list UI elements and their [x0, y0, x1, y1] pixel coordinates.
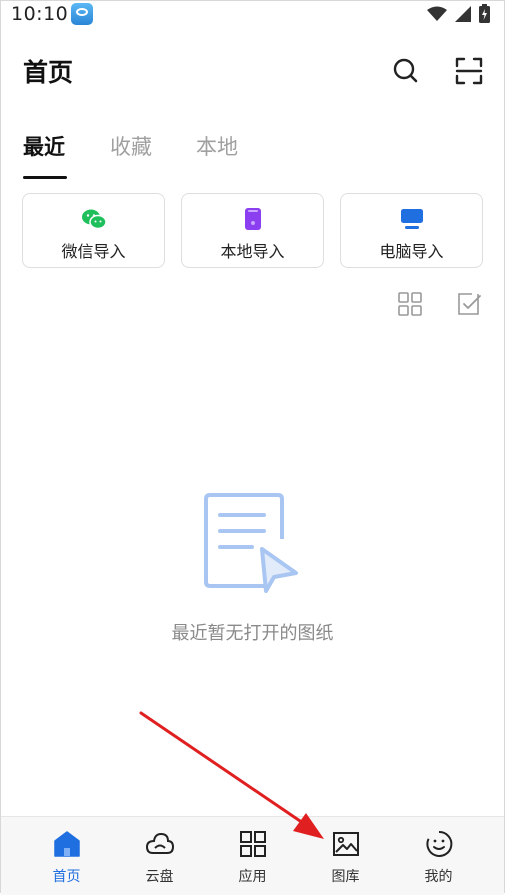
- status-indicators: [427, 4, 490, 23]
- bottom-nav: 首页 云盘 应用 图库 我的: [1, 816, 504, 895]
- tab-recent[interactable]: 最近: [23, 131, 65, 161]
- nav-label: 云盘: [145, 869, 174, 885]
- cloud-icon: [145, 832, 174, 854]
- nav-cloud[interactable]: 云盘: [109, 817, 210, 895]
- empty-state-text: 最近暂无打开的图纸: [171, 623, 334, 644]
- active-tab-indicator: [23, 176, 67, 179]
- card-label: 电脑导入: [379, 242, 444, 261]
- nav-home[interactable]: 首页: [16, 817, 117, 895]
- app-notification-icon: [71, 3, 93, 25]
- multi-select-icon[interactable]: [456, 291, 482, 317]
- wifi-icon: [427, 6, 447, 21]
- apps-grid-icon: [239, 831, 266, 857]
- status-time: 10:10: [11, 3, 69, 25]
- battery-icon: [479, 4, 490, 23]
- nav-label: 应用: [238, 869, 267, 885]
- nav-profile[interactable]: 我的: [388, 817, 489, 895]
- nav-label: 图库: [331, 869, 360, 885]
- pc-import-button[interactable]: 电脑导入: [340, 193, 483, 268]
- gallery-icon: [332, 832, 359, 856]
- profile-icon: [425, 830, 452, 857]
- nav-label: 我的: [424, 869, 453, 885]
- nav-apps[interactable]: 应用: [202, 817, 303, 895]
- phone-icon: [244, 208, 261, 230]
- empty-document-illustration: [204, 493, 298, 593]
- annotation-arrow: [139, 711, 324, 839]
- tab-local[interactable]: 本地: [196, 131, 238, 161]
- card-label: 本地导入: [220, 242, 285, 261]
- home-icon: [53, 831, 80, 857]
- card-label: 微信导入: [61, 242, 126, 261]
- wechat-icon: [81, 209, 107, 230]
- nav-gallery[interactable]: 图库: [295, 817, 396, 895]
- monitor-icon: [400, 209, 423, 229]
- page-title: 首页: [23, 58, 74, 87]
- scan-icon[interactable]: [454, 56, 484, 86]
- local-import-button[interactable]: 本地导入: [181, 193, 324, 268]
- wechat-import-button[interactable]: 微信导入: [22, 193, 165, 268]
- tab-favorites[interactable]: 收藏: [110, 131, 152, 161]
- grid-view-icon[interactable]: [397, 291, 423, 317]
- search-icon[interactable]: [391, 56, 421, 86]
- nav-label: 首页: [52, 869, 81, 885]
- signal-icon: [455, 5, 471, 22]
